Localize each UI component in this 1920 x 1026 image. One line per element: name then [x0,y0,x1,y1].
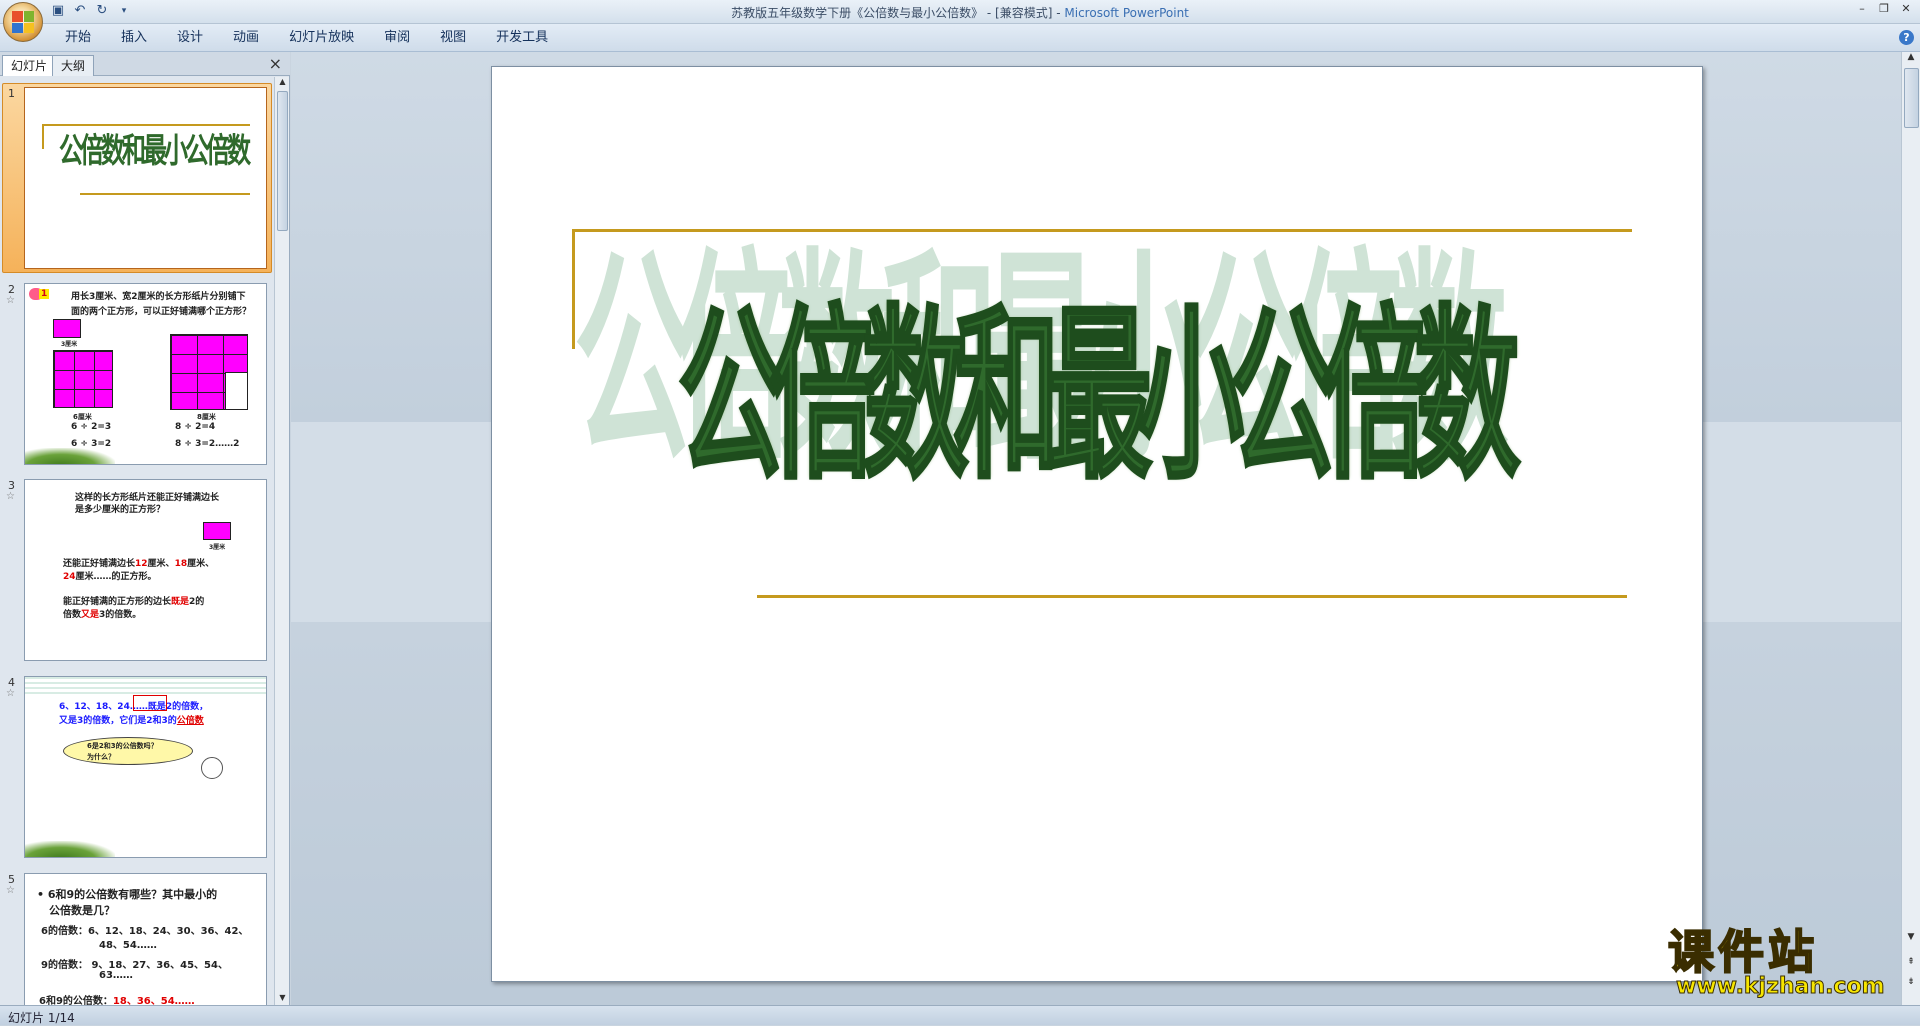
animation-star-icon: ☆ [6,295,15,306]
restore-icon[interactable]: ❐ [1876,2,1892,16]
gold-line [42,124,44,149]
tab-home[interactable]: 开始 [50,30,106,46]
slide-counter: 幻灯片 1/14 [8,1011,75,1025]
pane-tabs: 幻灯片 大纲 × [0,52,290,76]
ribbon: 开始 插入 设计 动画 幻灯片放映 审阅 视图 开发工具 ? [0,24,1920,52]
thumbnail-title: 公倍数和最小公倍数 [59,131,251,171]
thumbnail-5-canvas: • 6和9的公倍数有哪些？其中最小的 公倍数是几？ 6的倍数：6、12、18、2… [24,873,267,1005]
dimension-label: 3厘米 [209,544,226,551]
animation-star-icon: ☆ [6,491,15,502]
thumbnail-text: 倍数又是3的倍数。 [63,610,142,620]
thumbnail-text: 是多少厘米的正方形？ [75,505,166,515]
thumbnail-text: 公倍数是几？ [49,904,115,917]
scroll-up-icon[interactable]: ▲ [275,77,290,89]
small-rectangle [203,522,231,540]
thumbnail-text: 还能正好铺满边长12厘米、18厘米、 [63,559,215,569]
animation-star-icon: ☆ [6,688,15,699]
status-bar: 幻灯片 1/14 [0,1005,1920,1025]
tab-outline[interactable]: 大纲 [52,55,95,76]
ribbon-tabs: 开始 插入 设计 动画 幻灯片放映 审阅 视图 开发工具 [50,30,563,46]
minimize-icon[interactable]: – [1854,2,1870,16]
thumbnail-3-canvas: 这样的长方形纸片还能正好铺满边长 是多少厘米的正方形？ 3厘米 还能正好铺满边长… [24,479,267,661]
dimension-label: 6厘米 [73,413,92,421]
current-slide-canvas[interactable]: 公倍数和最小公倍数 公倍数和最小公倍数 [491,66,1703,982]
tab-design[interactable]: 设计 [162,30,218,46]
animation-star-icon: ☆ [6,885,15,896]
uncovered-region [225,372,248,410]
tab-review[interactable]: 审阅 [369,30,425,46]
thumbnail-text: 24厘米……的正方形。 [63,572,157,582]
slide-number: 1 [8,87,15,100]
thumbnail-text: 6的倍数：6、12、18、24、30、36、42、 [41,926,249,937]
thumbnail-text: 48、54…… [99,940,157,951]
dimension-label: 8厘米 [197,413,216,421]
editor-scrollbar[interactable]: ▲ ▼ ⇞ ⇟ [1901,52,1920,1005]
gold-line [80,193,250,195]
tab-slideshow[interactable]: 幻灯片放映 [274,30,369,46]
office-button[interactable] [3,2,43,42]
highlight-box [133,695,167,711]
thumbnail-slide-3[interactable]: 3 ☆ 这样的长方形纸片还能正好铺满边长 是多少厘米的正方形？ 3厘米 还能正好… [0,477,272,663]
thumbnail-text: • 6和9的公倍数有哪些？其中最小的 [37,888,218,901]
site-watermark: 课件站 www.kjzhan.com [1667,925,1908,1002]
thumbnail-text: 能正好铺满的正方形的边长既是2的 [63,597,205,607]
equation: 8 ÷ 3=2……2 [175,439,240,449]
grass-decoration [25,448,115,464]
thumbnail-slide-5[interactable]: 5 ☆ • 6和9的公倍数有哪些？其中最小的 公倍数是几？ 6的倍数：6、12、… [0,871,272,1005]
slides-pane: 幻灯片 大纲 × 1 公倍数和最小公倍数 2 ☆ 1 用长3厘米、宽2厘米的长方… [0,52,290,1005]
thumbnail-slide-4[interactable]: 4 ☆ 6、12、18、24……既是2的倍数， 又是3的倍数，它们是2和3的公倍… [0,674,272,860]
scroll-down-icon[interactable]: ▼ [275,993,290,1005]
tab-slides[interactable]: 幻灯片 [2,55,57,76]
thumbnail-text: 用长3厘米、宽2厘米的长方形纸片分别铺下 [71,292,246,302]
stripe-decoration [25,677,266,695]
thumbnail-list: 1 公倍数和最小公倍数 2 ☆ 1 用长3厘米、宽2厘米的长方形纸片分别铺下 面… [0,77,272,1005]
equation: 6 ÷ 2=3 [71,422,112,432]
scrollbar-thumb[interactable] [1904,68,1919,128]
window-title: 苏教版五年级数学下册《公倍数与最小公倍数》 - [兼容模式] - Microso… [731,6,1189,20]
dimension-label: 3厘米 [61,341,78,348]
thumbnail-text: 63…… [99,970,133,981]
bubble-text: 6是2和3的公倍数吗？ [87,742,158,750]
thumbnail-1-canvas: 公倍数和最小公倍数 [24,87,267,269]
help-icon[interactable]: ? [1899,30,1914,45]
slide-title[interactable]: 公倍数和最小公倍数 [677,245,1521,515]
tab-insert[interactable]: 插入 [106,30,162,46]
equation: 8 ÷ 2=4 [175,422,216,432]
thumbnail-scrollbar[interactable]: ▲ ▼ [274,77,289,1005]
badge-number: 1 [39,289,50,299]
small-rectangle [53,319,81,338]
thumbnail-slide-2[interactable]: 2 ☆ 1 用长3厘米、宽2厘米的长方形纸片分别铺下 面的两个正方形，可以正好铺… [0,281,272,467]
thumbnail-text: 6和9的公倍数：18、36、54…… [39,996,195,1005]
tab-animations[interactable]: 动画 [218,30,274,46]
thumbnail-text: 又是3的倍数，它们是2和3的公倍数 [59,716,204,726]
thumbnail-2-canvas: 1 用长3厘米、宽2厘米的长方形纸片分别铺下 面的两个正方形，可以正好铺满哪个正… [24,283,267,465]
grass-decoration [25,841,115,857]
thumbnail-text: 面的两个正方形，可以正好铺满哪个正方形？ [71,307,252,317]
thumbnail-4-canvas: 6、12、18、24……既是2的倍数， 又是3的倍数，它们是2和3的公倍数 6是… [24,676,267,858]
close-icon[interactable]: ✕ [1898,2,1914,16]
window-controls: – ❐ ✕ [1854,2,1914,16]
office-logo-icon [12,11,34,33]
slide-editor: 公倍数和最小公倍数 公倍数和最小公倍数 [291,52,1901,1005]
watermark-url: www.kjzhan.com [1676,974,1886,1000]
gold-line [757,595,1627,598]
thumbnail-slide-1[interactable]: 1 公倍数和最小公倍数 [0,83,272,273]
close-pane-icon[interactable]: × [269,54,282,73]
bubble-text: 为什么？ [87,753,115,761]
tab-developer[interactable]: 开发工具 [481,30,563,46]
title-bar: ▣ ↶ ↻ ▾ 苏教版五年级数学下册《公倍数与最小公倍数》 - [兼容模式] -… [0,0,1920,42]
square-6cm [53,350,113,408]
watermark-text: 课件站 [1667,925,1818,979]
tab-view[interactable]: 视图 [425,30,481,46]
thumbnail-text: 9的倍数： 9、18、27、36、45、54、 [41,960,228,971]
scroll-up-icon[interactable]: ▲ [1902,52,1920,66]
rabbit-icon [201,757,223,779]
scrollbar-thumb[interactable] [277,91,288,231]
